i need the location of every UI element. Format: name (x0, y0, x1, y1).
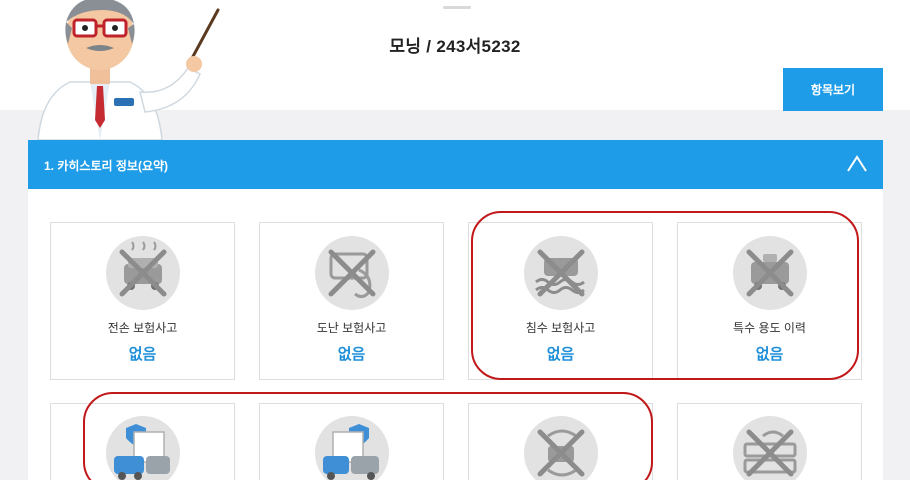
doctor-mascot-illustration (37, 0, 220, 140)
car-total-loss-icon (106, 236, 180, 310)
page: 모닝 / 243서5232 항목보기 1. 카히스토리 정보(요약) 전손 보험… (0, 0, 910, 480)
tile-label: 전손 보험사고 (107, 321, 178, 335)
tile-value: 없음 (337, 346, 366, 363)
tile-total-loss: 전손 보험사고 없음 (50, 222, 235, 380)
plate-change-icon (733, 416, 807, 480)
highlight-circle (83, 392, 653, 480)
section-header[interactable]: 1. 카히스토리 정보(요약) (28, 140, 883, 189)
chevron-up-icon[interactable] (846, 154, 868, 174)
view-items-button[interactable]: 항목보기 (783, 68, 883, 111)
tile-label: 도난 보험사고 (316, 321, 387, 335)
drag-handle (443, 6, 471, 9)
tile-theft: 도난 보험사고 없음 (259, 222, 444, 380)
highlight-circle (471, 211, 859, 380)
tile-plate-change (677, 403, 862, 480)
tile-value: 없음 (128, 346, 157, 363)
section-title: 1. 카히스토리 정보(요약) (44, 159, 169, 173)
car-theft-icon (315, 236, 389, 310)
